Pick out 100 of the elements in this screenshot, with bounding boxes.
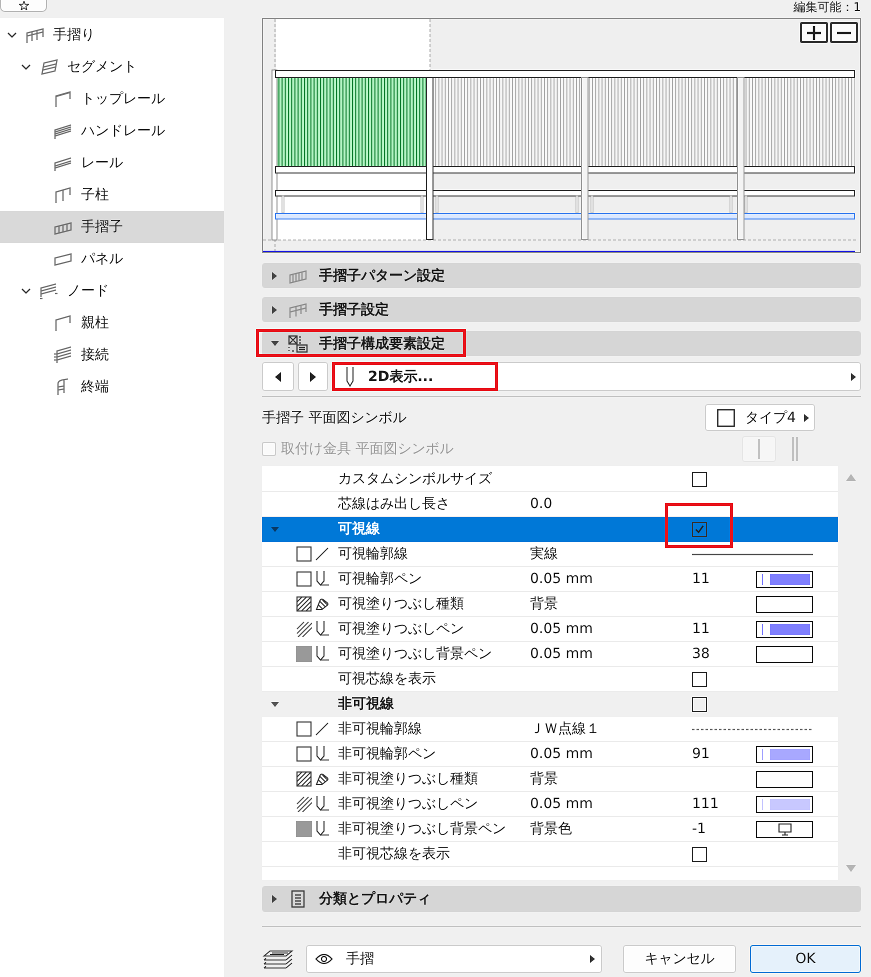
hatched-wedge-icon <box>315 596 329 612</box>
filled-square-icon <box>296 821 312 837</box>
hatched-square-icon <box>296 771 312 787</box>
layer-dropdown[interactable]: 手摺 <box>306 945 602 973</box>
diagonal-lines-icon <box>296 621 312 637</box>
tree-item[interactable]: 終端 <box>0 371 224 403</box>
group-row[interactable]: 可視線 <box>262 517 838 542</box>
symbol-type-button[interactable]: タイプ4 <box>705 404 815 431</box>
checkbox[interactable] <box>692 696 707 712</box>
pen-icon <box>315 746 329 762</box>
checkbox[interactable] <box>692 672 707 686</box>
pen-icon <box>345 366 355 388</box>
property-value: 0.0 <box>530 496 554 512</box>
triangle-right-icon <box>851 372 856 380</box>
pen-number: 11 <box>692 571 711 587</box>
cancel-button[interactable]: キャンセル <box>623 945 736 973</box>
vertical-line-icon <box>758 439 760 459</box>
property-value: 0.05 mm <box>530 621 594 637</box>
property-name: 非可視塗りつぶし種類 <box>338 770 479 788</box>
property-name: 可視塗りつぶし種類 <box>338 595 465 613</box>
connection-icon <box>53 346 73 364</box>
star-icon <box>18 1 28 10</box>
triangle-right-icon <box>804 414 809 422</box>
pen-swatch[interactable] <box>756 820 813 838</box>
triangle-down-icon[interactable] <box>271 702 279 706</box>
section-header[interactable]: 手摺子設定 <box>262 297 861 322</box>
property-name: 非可視塗りつぶし背景ペン <box>338 820 507 838</box>
checkbox[interactable] <box>692 846 707 862</box>
previous-button[interactable] <box>262 362 294 391</box>
slash-icon <box>315 721 329 737</box>
tree-item[interactable]: 接続 <box>0 339 224 371</box>
property-value: 背景色 <box>530 820 573 838</box>
pen-icon <box>315 646 329 662</box>
railing-icon <box>288 300 308 318</box>
property-value: 実線 <box>530 545 559 563</box>
tree-item[interactable]: ノード <box>0 275 224 307</box>
pen-icon <box>315 571 329 587</box>
pen-icon <box>315 796 329 812</box>
tree-item[interactable]: ハンドレール <box>0 115 224 147</box>
tree-item[interactable]: トップレール <box>0 83 224 115</box>
pen-swatch[interactable] <box>756 596 813 612</box>
slash-icon <box>315 546 329 562</box>
property-value: 背景 <box>530 595 559 613</box>
property-name: 非可視輪郭線 <box>338 720 423 738</box>
double-line-icon <box>792 437 798 461</box>
pen-number: 111 <box>692 796 720 812</box>
chevron-down-icon[interactable] <box>21 62 31 72</box>
pen-icon <box>315 821 329 837</box>
pen-swatch[interactable] <box>756 796 813 812</box>
group-label: 非可視線 <box>338 695 395 713</box>
square-icon <box>296 571 312 587</box>
post-icon <box>53 186 73 204</box>
pen-swatch[interactable] <box>756 620 813 638</box>
zoom-in-button[interactable] <box>800 22 828 43</box>
page-selector[interactable]: 2D表示... <box>332 362 861 391</box>
section-header[interactable]: 手摺子パターン設定 <box>262 263 861 288</box>
property-value: 背景 <box>530 770 559 788</box>
tree-item[interactable]: 子柱 <box>0 179 224 211</box>
ok-button[interactable]: OK <box>750 945 861 973</box>
eye-icon <box>315 953 333 965</box>
chevron-down-icon[interactable] <box>21 286 31 296</box>
chevron-down-icon[interactable] <box>7 30 17 40</box>
component-list-icon <box>288 334 308 352</box>
tree-item[interactable]: 手摺子 <box>0 211 224 243</box>
tree-item[interactable]: レール <box>0 147 224 179</box>
hatched-wedge-icon <box>315 771 329 787</box>
property-name: 可視芯線を表示 <box>338 670 437 688</box>
section-header[interactable]: 分類とプロパティ <box>262 886 861 912</box>
pen-number: -1 <box>692 821 707 837</box>
property-name: 非可視輪郭ペン <box>338 745 437 763</box>
checkbox-label: 取付け金具 平面図シンボル <box>281 440 454 458</box>
pen-swatch[interactable] <box>756 746 813 762</box>
property-value: 0.05 mm <box>530 571 594 587</box>
square-icon <box>296 746 312 762</box>
property-name: 可視輪郭線 <box>338 545 409 563</box>
pen-swatch[interactable] <box>756 770 813 788</box>
favorites-button[interactable] <box>0 0 47 12</box>
property-name: 非可視塗りつぶしペン <box>338 795 479 813</box>
next-button[interactable] <box>298 362 328 391</box>
triangle-down-icon[interactable] <box>271 526 279 532</box>
group-label: 可視線 <box>338 520 381 538</box>
pen-swatch[interactable] <box>756 646 813 662</box>
top-rail-icon <box>53 90 73 108</box>
pen-swatch[interactable] <box>756 570 813 588</box>
checkbox[interactable] <box>692 522 707 536</box>
triangle-right-icon <box>310 372 316 382</box>
tree-item[interactable]: セグメント <box>0 51 224 83</box>
tree-item[interactable]: 手摺り <box>0 19 224 51</box>
checkbox[interactable] <box>692 472 707 486</box>
triangle-left-icon <box>275 372 281 382</box>
tree-item[interactable]: 親柱 <box>0 307 224 339</box>
property-name: 芯線はみ出し長さ <box>338 495 451 513</box>
property-name: 可視塗りつぶしペン <box>338 620 465 638</box>
square-icon <box>296 721 312 737</box>
pen-number: 91 <box>692 746 711 762</box>
property-value: ＪＷ点線１ <box>530 720 601 738</box>
tree-item[interactable]: パネル <box>0 243 224 275</box>
zoom-out-button[interactable] <box>830 22 858 43</box>
group-row[interactable]: 非可視線 <box>262 692 838 717</box>
square-icon <box>296 546 312 562</box>
